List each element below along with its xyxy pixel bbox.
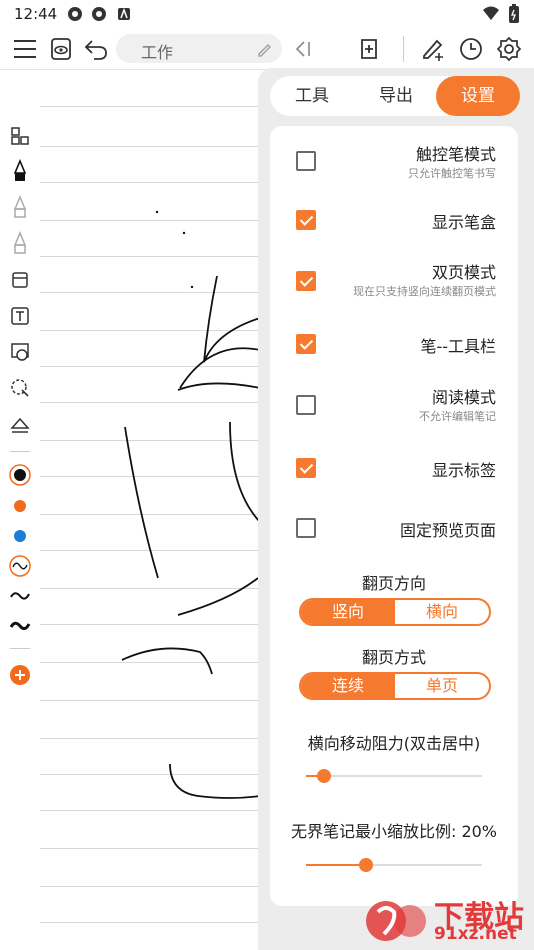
pen-toolbar-checkbox[interactable] [296,334,316,354]
lasso-icon[interactable] [6,374,34,402]
slider-fill [306,864,366,866]
stroke-thin-option[interactable] [6,552,34,580]
tab-export[interactable]: 导出 [354,76,438,116]
setting-fixed-preview[interactable]: 固定预览页面 [270,508,518,548]
tab-settings[interactable]: 设置 [436,76,520,116]
history-clock-icon[interactable] [456,34,486,64]
show-tags-checkbox[interactable] [296,458,316,478]
color-black-swatch[interactable] [6,461,34,489]
note-title-text[interactable]: 工作 [141,39,173,63]
setting-label: 显示笔盒 [431,213,496,232]
stroke-thick-option[interactable] [6,612,34,640]
page-mode-label: 翻页方式 [361,648,426,667]
status-time: 12:44 [14,5,58,23]
add-tool-icon[interactable] [6,661,34,689]
watermark-url: 91xz.net [434,924,517,944]
ruled-line [40,810,260,811]
tool-divider [10,451,30,452]
dual-page-checkbox[interactable] [296,271,316,291]
ruled-line [40,106,260,107]
color-orange-swatch[interactable] [6,492,34,520]
setting-label: 笔--工具栏 [420,337,496,356]
wifi-icon [483,6,499,20]
settings-gear-icon[interactable] [494,34,524,64]
stylus-mode-checkbox[interactable] [296,151,316,171]
top-toolbar: 工作 [0,28,534,70]
handwriting-strokes [121,210,260,799]
page-direction-horizontal[interactable]: 横向 [395,600,489,624]
ruled-line [40,182,260,183]
setting-description: 只允许触控笔书写 [408,167,496,180]
undo-icon[interactable] [81,34,111,64]
toolbar-divider [403,36,404,62]
eraser-icon[interactable] [6,266,34,294]
setting-label: 阅读模式 [431,388,496,407]
setting-label: 显示标签 [431,461,496,480]
resistance-label: 横向移动阻力(双击居中) [307,734,481,753]
min-zoom-slider[interactable] [306,858,482,872]
setting-label: 触控笔模式 [415,145,496,164]
collapse-left-icon[interactable] [288,34,318,64]
marker-icon[interactable] [6,230,34,258]
preview-icon[interactable] [47,34,77,64]
panel-tabs: 工具 导出 设置 [270,76,520,116]
ruler-shape-icon[interactable] [6,410,34,438]
layout-icon[interactable] [6,122,34,150]
resistance-slider[interactable] [306,769,482,783]
stroke-medium-option[interactable] [6,582,34,610]
setting-pen-toolbar[interactable]: 笔--工具栏 [270,324,518,364]
page-direction-toggle: 竖向 横向 [299,598,491,626]
setting-description: 不允许编辑笔记 [419,410,496,423]
menu-icon[interactable] [10,34,40,64]
settings-card: 触控笔模式 只允许触控笔书写 显示笔盒 双页模式 现在只支持竖向连续翻页模式 笔… [270,126,518,906]
tool-divider [10,648,30,649]
add-pen-icon[interactable] [418,34,448,64]
page-direction-vertical[interactable]: 竖向 [301,600,395,624]
edit-pencil-icon[interactable] [256,41,272,57]
pencil-icon[interactable] [6,194,34,222]
ruled-line [40,886,260,887]
setting-label: 固定预览页面 [399,521,496,540]
slider-thumb[interactable] [316,769,331,783]
show-pen-box-checkbox[interactable] [296,210,316,230]
setting-label: 双页模式 [431,263,496,282]
min-zoom-label: 无界笔记最小缩放比例: 20% [290,822,498,841]
ruled-line [40,848,260,849]
add-page-icon[interactable] [354,34,384,64]
page-mode-continuous[interactable]: 连续 [301,674,395,698]
settings-panel: 工具 导出 设置 触控笔模式 只允许触控笔书写 显示笔盒 双页模式 现在只支持竖… [258,68,534,950]
notification-icons [68,7,130,21]
ruled-line [40,146,260,147]
reading-mode-checkbox[interactable] [296,395,316,415]
image-shape-icon[interactable] [6,338,34,366]
watermark-logo: 下载站 91xz.net [364,890,534,950]
setting-dual-page[interactable]: 双页模式 现在只支持竖向连续翻页模式 [270,256,518,302]
text-tool-icon[interactable] [6,302,34,330]
watermark-emblem [366,901,426,941]
fixed-preview-checkbox[interactable] [296,518,316,538]
color-blue-swatch[interactable] [6,522,34,550]
setting-stylus-mode[interactable]: 触控笔模式 只允许触控笔书写 [270,138,518,184]
page-mode-toggle: 连续 单页 [299,672,491,700]
ruled-line [40,922,260,923]
setting-description: 现在只支持竖向连续翻页模式 [353,285,496,298]
slider-thumb[interactable] [358,858,373,872]
setting-show-tags[interactable]: 显示标签 [270,448,518,488]
page-mode-single[interactable]: 单页 [395,674,489,698]
fountain-pen-icon[interactable] [6,158,34,186]
tab-tools[interactable]: 工具 [270,76,354,116]
battery-icon [509,4,519,23]
status-bar: 12:44 [0,0,534,28]
setting-show-pen-box[interactable]: 显示笔盒 [270,200,518,240]
setting-reading-mode[interactable]: 阅读模式 不允许编辑笔记 [270,381,518,427]
page-direction-label: 翻页方向 [361,574,426,593]
note-title-field[interactable]: 工作 [116,34,282,63]
